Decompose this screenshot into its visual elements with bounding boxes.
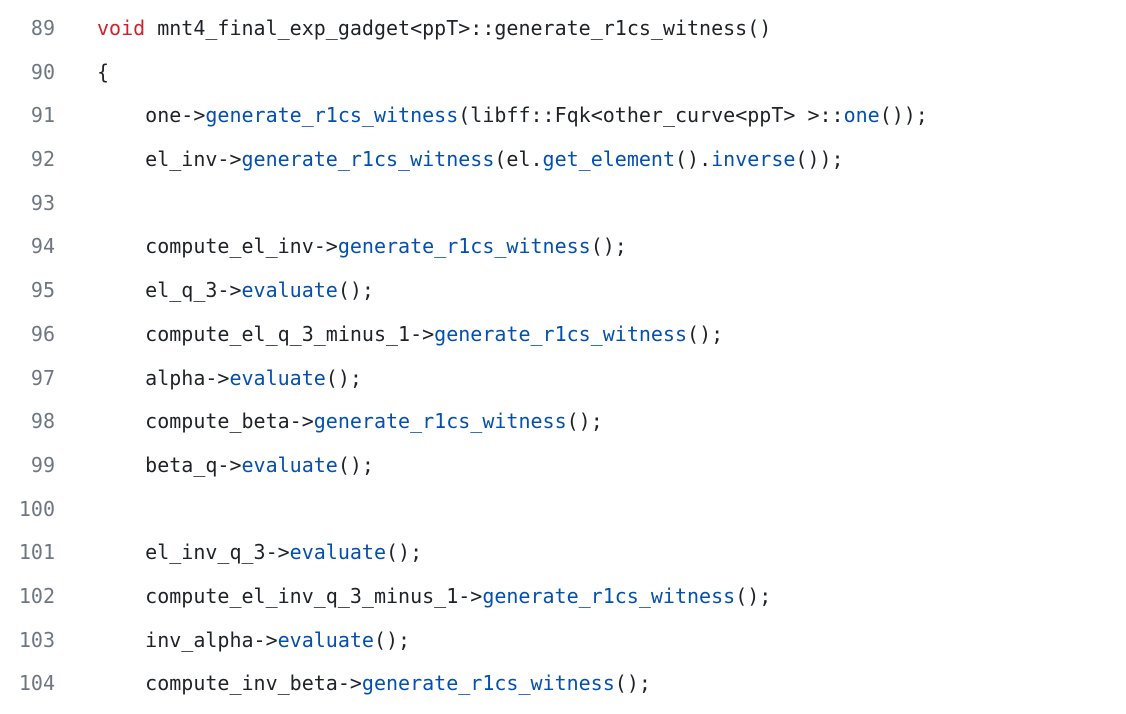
line-content: compute_el_inv->generate_r1cs_witness(); — [55, 225, 627, 269]
function-token: generate_r1cs_witness — [205, 103, 459, 128]
line-content: compute_beta->generate_r1cs_witness(); — [55, 400, 603, 444]
code-line: 91 one->generate_r1cs_witness(libff::Fqk… — [0, 94, 1126, 138]
code-line: 96 compute_el_q_3_minus_1->generate_r1cs… — [0, 313, 1126, 357]
line-number[interactable]: 98 — [0, 400, 55, 444]
line-number[interactable]: 94 — [0, 225, 55, 269]
function-token: generate_r1cs_witness — [337, 234, 591, 259]
code-token: el_inv-> — [97, 147, 242, 172]
code-token: { — [97, 59, 110, 84]
code-token: (libff::Fqk<other_curve<ppT> >:: — [458, 103, 844, 128]
line-number[interactable]: 93 — [0, 182, 55, 226]
code-token: el_q_3-> — [97, 278, 242, 303]
line-content: inv_alpha->evaluate(); — [55, 619, 410, 663]
code-line: 93 — [0, 182, 1126, 226]
code-token: compute_el_inv_q_3_minus_1-> — [97, 583, 483, 608]
code-token: inv_alpha-> — [97, 627, 278, 652]
code-token: (); — [385, 540, 423, 565]
code-token: (). — [675, 147, 712, 172]
line-content: void mnt4_final_exp_gadget<ppT>::generat… — [55, 7, 771, 51]
line-content — [55, 488, 97, 532]
line-number[interactable]: 92 — [0, 138, 55, 182]
line-content: compute_inv_beta->generate_r1cs_witness(… — [55, 662, 651, 706]
line-content: alpha->evaluate(); — [55, 357, 362, 401]
code-token: el_inv_q_3-> — [97, 540, 290, 565]
line-content: el_inv->generate_r1cs_witness(el.get_ele… — [55, 138, 844, 182]
function-token: evaluate — [289, 540, 386, 565]
code-token: alpha-> — [97, 365, 230, 390]
line-number[interactable]: 96 — [0, 313, 55, 357]
function-token: generate_r1cs_witness — [313, 409, 567, 434]
code-line: 103 inv_alpha->evaluate(); — [0, 619, 1126, 663]
code-token: compute_beta-> — [97, 409, 314, 434]
line-content: one->generate_r1cs_witness(libff::Fqk<ot… — [55, 94, 928, 138]
code-token: beta_q-> — [97, 452, 242, 477]
function-token: generate_r1cs_witness — [361, 671, 615, 696]
line-number[interactable]: 95 — [0, 269, 55, 313]
code-token: one-> — [97, 103, 206, 128]
line-content: el_q_3->evaluate(); — [55, 269, 374, 313]
code-line: 89 void mnt4_final_exp_gadget<ppT>::gener… — [0, 7, 1126, 51]
line-number[interactable]: 103 — [0, 619, 55, 663]
code-token: (); — [687, 321, 724, 346]
code-line: 101 el_inv_q_3->evaluate(); — [0, 531, 1126, 575]
code-token: (); — [590, 234, 627, 259]
line-number[interactable]: 90 — [0, 51, 55, 95]
function-token: evaluate — [241, 278, 338, 303]
function-token: generate_r1cs_witness — [434, 321, 688, 346]
keyword-token: void — [97, 16, 146, 40]
function-token: generate_r1cs_witness — [482, 583, 736, 608]
line-content: el_inv_q_3->evaluate(); — [55, 531, 422, 575]
code-token: mnt4_final_exp_gadget<ppT>::generate_r1c… — [145, 16, 772, 40]
code-token: compute_el_q_3_minus_1-> — [97, 321, 435, 346]
line-number[interactable]: 102 — [0, 575, 55, 619]
line-content: { — [55, 51, 109, 95]
function-token: evaluate — [229, 365, 326, 390]
code-line: 102 compute_el_inv_q_3_minus_1->generate… — [0, 575, 1126, 619]
line-content: compute_el_q_3_minus_1->generate_r1cs_wi… — [55, 313, 723, 357]
line-number[interactable]: 91 — [0, 94, 55, 138]
line-content: compute_el_inv_q_3_minus_1->generate_r1c… — [55, 575, 771, 619]
code-token: compute_el_inv-> — [97, 234, 338, 259]
line-number[interactable]: 104 — [0, 662, 55, 706]
line-content — [55, 182, 97, 226]
code-line: 100 — [0, 488, 1126, 532]
line-number[interactable]: 100 — [0, 488, 55, 532]
line-number[interactable]: 101 — [0, 531, 55, 575]
code-line: 92 el_inv->generate_r1cs_witness(el.get_… — [0, 138, 1126, 182]
function-token: one — [843, 103, 880, 128]
code-token: ()); — [795, 147, 844, 172]
line-content: beta_q->evaluate(); — [55, 444, 374, 488]
function-token: evaluate — [277, 627, 374, 652]
function-token: inverse — [711, 147, 796, 172]
code-token: (el. — [494, 147, 543, 172]
code-line: 97 alpha->evaluate(); — [0, 357, 1126, 401]
line-number[interactable]: 99 — [0, 444, 55, 488]
code-token: compute_inv_beta-> — [97, 671, 362, 696]
code-line: 99 beta_q->evaluate(); — [0, 444, 1126, 488]
code-lines: 89 void mnt4_final_exp_gadget<ppT>::gener… — [0, 7, 1126, 706]
code-line: 95 el_q_3->evaluate(); — [0, 269, 1126, 313]
function-token: get_element — [542, 147, 675, 172]
line-number[interactable]: 89 — [0, 7, 55, 51]
code-token: (); — [337, 278, 374, 303]
code-line: 104 compute_inv_beta->generate_r1cs_witn… — [0, 662, 1126, 706]
code-token: (); — [735, 583, 772, 608]
function-token: evaluate — [241, 452, 338, 477]
code-line: 94 compute_el_inv->generate_r1cs_witness… — [0, 225, 1126, 269]
code-token: (); — [614, 671, 651, 696]
code-line: 98 compute_beta->generate_r1cs_witness()… — [0, 400, 1126, 444]
code-token: (); — [373, 627, 411, 652]
code-line: 90 { — [0, 51, 1126, 95]
code-token: (); — [566, 409, 603, 434]
code-token: (); — [325, 365, 362, 390]
code-viewer: 89 void mnt4_final_exp_gadget<ppT>::gener… — [0, 0, 1126, 714]
code-token: ()); — [879, 103, 928, 128]
function-token: generate_r1cs_witness — [241, 147, 495, 172]
code-token: (); — [337, 452, 374, 477]
line-number[interactable]: 97 — [0, 357, 55, 401]
